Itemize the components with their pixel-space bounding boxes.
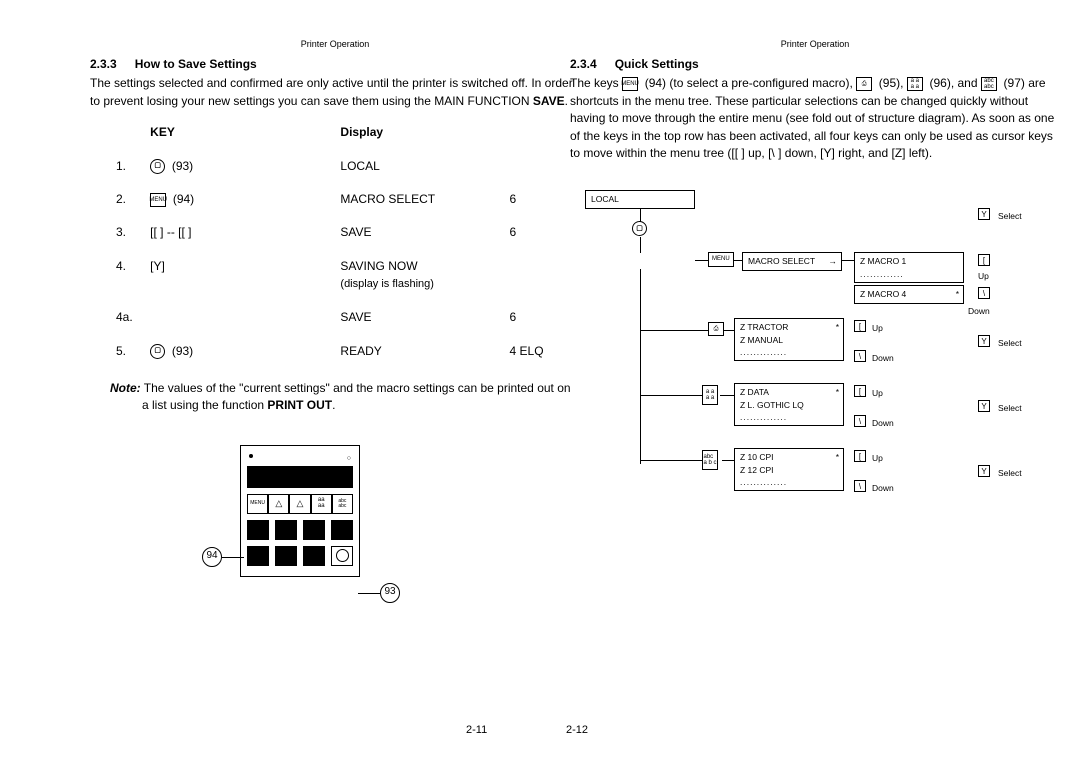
section-num: 2.3.4 <box>570 56 597 73</box>
local-box: LOCAL <box>585 190 695 208</box>
zmacro1-box: Z MACRO 1 ............. <box>854 252 964 283</box>
page-header: Printer Operation <box>90 38 580 51</box>
right-page: Printer Operation 2.3.4 Quick Settings T… <box>570 38 1060 510</box>
menu-icon: MENU <box>150 193 166 207</box>
aa-icon: a aa a <box>907 77 923 91</box>
aa-icon: a aa a <box>702 385 718 405</box>
intro-paragraph: The settings selected and confirmed are … <box>90 75 580 110</box>
control-panel-graphic: ○ MENU aaaa abcabc ▢ 94 <box>240 445 580 577</box>
paper-icon: ⎙ <box>856 77 872 91</box>
stop-icon: ▢ <box>632 221 647 236</box>
page-number-right: 2-12 <box>566 723 588 739</box>
down-key: \ <box>978 287 990 299</box>
section-heading: 2.3.4 Quick Settings <box>570 56 1060 73</box>
page-number-left: 2-11 <box>466 723 487 739</box>
panel-up-btn <box>268 494 289 514</box>
font-box: Z DATA* Z L. GOTHIC LQ .............. <box>734 383 844 426</box>
tractor-box: Z TRACTOR* Z MANUAL .............. <box>734 318 844 361</box>
panel-aa-btn: aaaa <box>311 494 332 514</box>
zmacro4-box: Z MACRO 4 * <box>854 285 964 303</box>
menu-label: MENU <box>708 252 734 267</box>
macro-select-box: MACRO SELECT → <box>742 252 842 270</box>
col-key: KEY <box>150 124 340 149</box>
panel-menu-btn: MENU <box>247 494 268 514</box>
abc-icon: abcabc <box>981 77 997 91</box>
up-key: [ <box>978 254 990 266</box>
y-key: Y <box>978 208 990 220</box>
abc-icon: abca b c <box>702 450 718 470</box>
panel-abc-btn: abcabc <box>332 494 353 514</box>
section-title: How to Save Settings <box>135 56 257 73</box>
col-display: Display <box>340 124 509 149</box>
note: Note: The values of the "current setting… <box>122 380 580 415</box>
paper-icon: ⎙ <box>708 322 724 336</box>
panel-up-btn <box>289 494 310 514</box>
key-table: KEY Display 1. ▢ (93) LOCAL 2. MENU (94)… <box>90 124 580 368</box>
cpi-box: Z 10 CPI* Z 12 CPI .............. <box>734 448 844 491</box>
menu-tree-diagram: READY 4 ELQ ▢ LOCAL MENU MACRO SELECT → … <box>570 190 1060 510</box>
section-title: Quick Settings <box>615 56 699 73</box>
menu-icon: MENU <box>622 77 638 91</box>
left-page: Printer Operation 2.3.3 How to Save Sett… <box>90 38 580 577</box>
quick-settings-paragraph: The keys MENU (94) (to select a pre-conf… <box>570 75 1060 162</box>
stop-icon: ▢ <box>150 344 165 359</box>
stop-icon: ▢ <box>150 159 165 174</box>
section-num: 2.3.3 <box>90 56 117 73</box>
callout-93: 93 <box>380 583 400 603</box>
page-header: Printer Operation <box>570 38 1060 51</box>
callout-94: 94 <box>202 547 222 567</box>
section-heading: 2.3.3 How to Save Settings <box>90 56 580 73</box>
